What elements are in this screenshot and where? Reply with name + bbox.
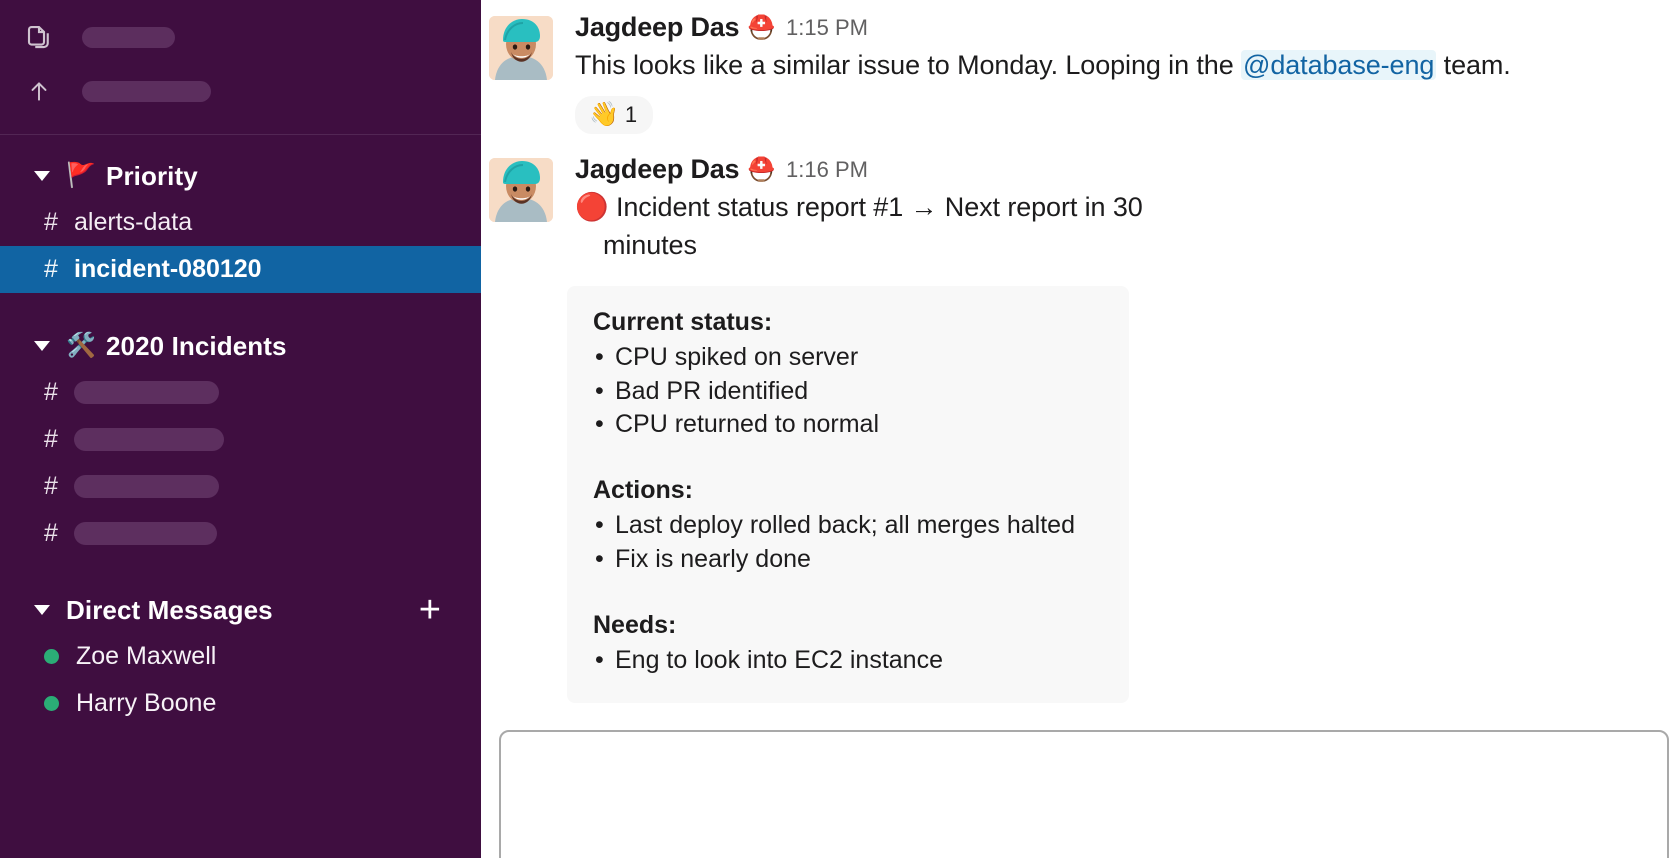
- sidebar-section-priority[interactable]: 🚩 Priority: [0, 153, 481, 199]
- hash-icon: #: [44, 208, 58, 236]
- sidebar-section-title: Direct Messages: [66, 594, 273, 625]
- sidebar-item-label: incident-080120: [74, 255, 262, 283]
- reaction-pill[interactable]: 👋 1: [575, 96, 654, 135]
- sidebar-item-label-redacted: [74, 522, 217, 545]
- files-icon: [22, 20, 56, 54]
- sidebar-quick-item-arrow-up[interactable]: [0, 64, 481, 118]
- sidebar-quick-label-redacted: [82, 80, 211, 102]
- mention-link[interactable]: @database-eng: [1241, 50, 1437, 80]
- sidebar-item-label: alerts-data: [74, 208, 193, 236]
- reaction-count: 1: [624, 102, 638, 128]
- message-text: This looks like a similar issue to Monda…: [575, 47, 1649, 84]
- sidebar-item-zoe-maxwell[interactable]: Zoe Maxwell: [0, 633, 481, 680]
- arrow-up-icon: [22, 74, 56, 108]
- sidebar-item-harry-boone[interactable]: Harry Boone: [0, 680, 481, 727]
- sidebar-item-redacted[interactable]: #: [0, 463, 481, 510]
- sidebar-item-redacted[interactable]: #: [0, 416, 481, 463]
- waving-hand-icon: 👋: [589, 101, 619, 129]
- attachment-list-item: CPU spiked on server: [593, 341, 1103, 375]
- sidebar-quick-item-files[interactable]: [0, 10, 481, 64]
- message-header: Jagdeep Das ⛑️ 1:15 PM: [575, 14, 1649, 41]
- message-attachment: Current status: CPU spiked on server Bad…: [567, 285, 1129, 704]
- presence-active-icon: [44, 649, 59, 664]
- hash-icon: #: [44, 472, 58, 500]
- attachment-list-item: Bad PR identified: [593, 375, 1103, 409]
- message-author[interactable]: Jagdeep Das: [575, 156, 740, 183]
- hash-icon: #: [44, 255, 58, 283]
- presence-active-icon: [44, 696, 59, 711]
- avatar[interactable]: [489, 16, 553, 80]
- attachment-list-item: Last deploy rolled back; all merges halt…: [593, 509, 1103, 543]
- sidebar-item-label: Harry Boone: [76, 689, 217, 717]
- red-circle-icon: 🔴: [575, 192, 609, 223]
- message-item: Jagdeep Das ⛑️ 1:15 PM This looks like a…: [481, 0, 1669, 135]
- avatar[interactable]: [489, 158, 553, 223]
- hash-icon: #: [44, 378, 58, 406]
- chevron-down-icon[interactable]: [32, 166, 52, 186]
- message-timestamp[interactable]: 1:15 PM: [786, 16, 868, 39]
- message-timestamp[interactable]: 1:16 PM: [786, 158, 868, 181]
- message-body: Jagdeep Das ⛑️ 1:16 PM 🔴 Incident status…: [575, 156, 1669, 264]
- hammer-and-wrench-icon: 🛠️: [66, 332, 96, 359]
- sidebar-item-redacted[interactable]: #: [0, 510, 481, 557]
- message-pane: Jagdeep Das ⛑️ 1:15 PM This looks like a…: [481, 0, 1669, 858]
- attachment-list-item: CPU returned to normal: [593, 408, 1103, 442]
- sidebar-item-alerts-data[interactable]: # alerts-data: [0, 199, 481, 246]
- sidebar-item-incident-080120[interactable]: # incident-080120: [0, 246, 481, 293]
- sidebar-item-label-redacted: [74, 475, 219, 498]
- rescue-worker-helmet-icon: ⛑️: [747, 14, 777, 40]
- attachment-heading: Needs:: [593, 610, 677, 639]
- hash-icon: #: [44, 519, 58, 547]
- sidebar-item-redacted[interactable]: #: [0, 369, 481, 416]
- sidebar-section-2020-incidents[interactable]: 🛠️ 2020 Incidents: [0, 323, 481, 369]
- message-composer[interactable]: [499, 730, 1669, 858]
- message-text-part: team.: [1436, 50, 1511, 80]
- sidebar-item-label: Zoe Maxwell: [76, 642, 217, 670]
- sidebar-section-title: 2020 Incidents: [106, 330, 287, 361]
- sidebar-section-direct-messages[interactable]: Direct Messages +: [0, 587, 481, 633]
- rescue-worker-helmet-icon: ⛑️: [747, 156, 777, 183]
- add-direct-message-button[interactable]: +: [419, 591, 441, 629]
- message-author[interactable]: Jagdeep Das: [575, 14, 740, 41]
- hash-icon: #: [44, 425, 58, 453]
- sidebar-item-label-redacted: [74, 381, 219, 404]
- sidebar: 🚩 Priority # alerts-data # incident-0801…: [0, 0, 481, 858]
- reaction-bar: 👋 1: [575, 96, 1649, 135]
- attachment-heading: Current status:: [593, 307, 773, 336]
- sidebar-quick-links: [0, 0, 481, 135]
- slack-app-window: 🚩 Priority # alerts-data # incident-0801…: [0, 0, 1669, 858]
- attachment-list-item: Fix is nearly done: [593, 543, 1103, 577]
- message-text-line: minutes: [603, 229, 697, 260]
- chevron-down-icon[interactable]: [32, 336, 52, 356]
- message-text: 🔴 Incident status report #1 → Next repor…: [575, 189, 1649, 264]
- message-text-part: This looks like a similar issue to Monda…: [575, 50, 1242, 80]
- sidebar-section-title: Priority: [106, 160, 198, 191]
- sidebar-item-label-redacted: [74, 428, 224, 451]
- message-item: Jagdeep Das ⛑️ 1:16 PM 🔴 Incident status…: [481, 134, 1669, 264]
- sidebar-quick-label-redacted: [82, 26, 175, 48]
- chevron-down-icon[interactable]: [32, 600, 52, 620]
- triangular-flag-icon: 🚩: [66, 162, 96, 189]
- message-header: Jagdeep Das ⛑️ 1:16 PM: [575, 156, 1649, 183]
- attachment-heading: Actions:: [593, 476, 693, 504]
- message-body: Jagdeep Das ⛑️ 1:15 PM This looks like a…: [575, 14, 1669, 135]
- message-text-line: Incident status report #1 → Next report …: [615, 192, 1143, 223]
- attachment-list-item: Eng to look into EC2 instance: [593, 644, 1103, 678]
